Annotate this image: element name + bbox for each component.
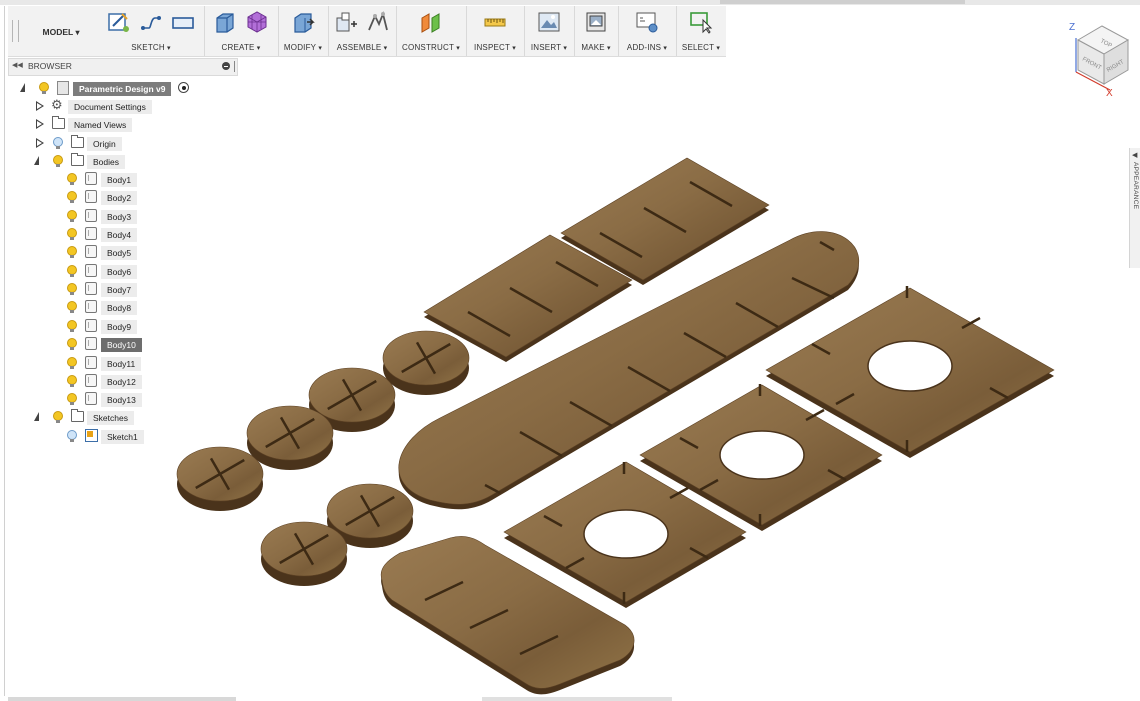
bottom-left-bar	[8, 697, 236, 701]
disc[interactable]	[246, 403, 334, 470]
3d-viewport[interactable]	[0, 0, 1140, 701]
disc[interactable]	[382, 328, 470, 395]
bottom-timeline-bar[interactable]	[482, 697, 672, 701]
disc[interactable]	[260, 519, 348, 586]
disc[interactable]	[176, 444, 264, 511]
